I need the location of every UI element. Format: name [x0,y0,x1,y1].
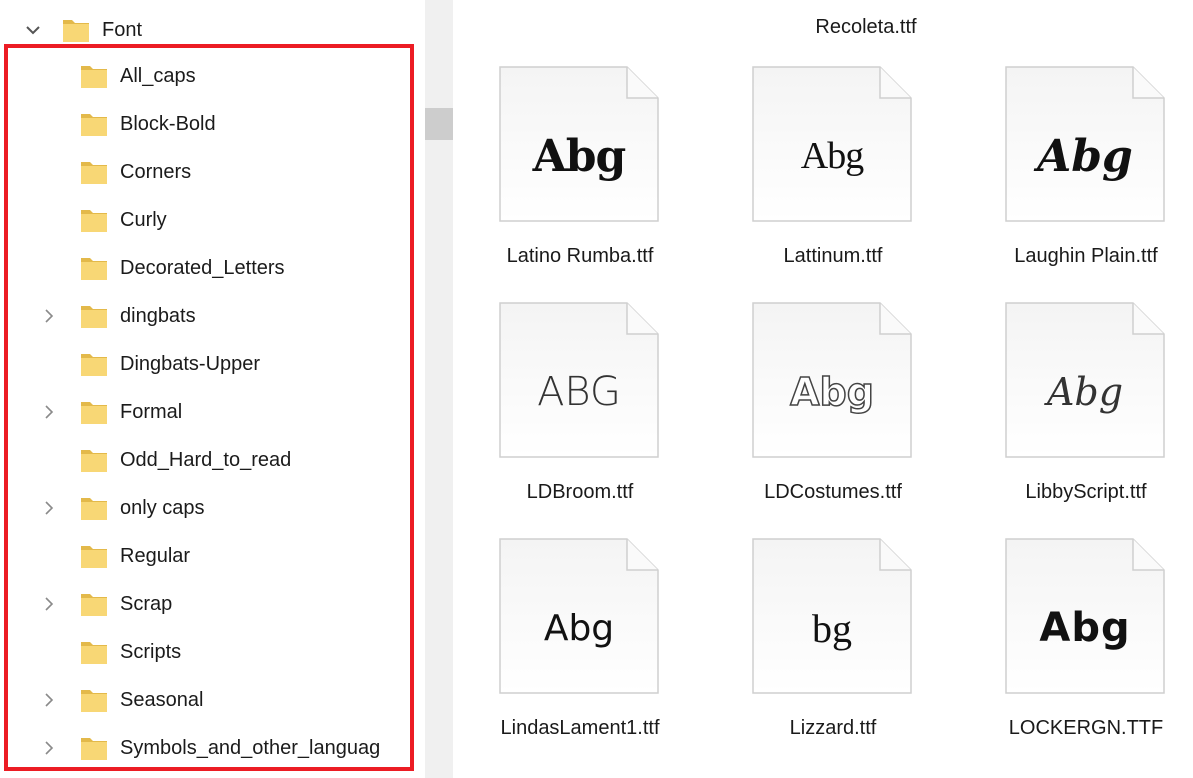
folder-icon [80,63,108,89]
tree-item-label: Formal [120,401,183,423]
file-name: LOCKERGN.TTF [1008,717,1164,739]
tree-item-label: Block-Bold [120,113,216,135]
file-item[interactable]: Abg Lattinum.ttf [706,66,936,306]
file-name: Laughin Plain.ttf [1014,245,1158,267]
file-name: Latino Rumba.ttf [506,245,654,267]
tree-item-label: Scrap [120,593,173,615]
folder-icon [80,303,108,329]
folder-icon [80,255,108,281]
font-preview: Abg [532,130,627,182]
font-file-icon: ABG [499,302,659,458]
file-item[interactable]: Abg LOCKERGN.TTF [959,538,1189,778]
tree-item-label: Scripts [120,641,182,663]
folder-icon [80,735,108,761]
tree-item-dingbats-upper[interactable]: Dingbats-Upper [0,342,425,386]
folder-icon [80,543,108,569]
chevron-down-icon[interactable] [22,8,44,52]
tree-item-label: Regular [120,545,191,567]
file-item[interactable]: ABG LDBroom.ttf [453,302,683,542]
tree-item-odd-hard-to-read[interactable]: Odd_Hard_to_read [0,438,425,482]
tree-item-all-caps[interactable]: All_caps [0,54,425,98]
file-name: LDBroom.ttf [526,481,634,503]
tree-item-symbols-and-other-languag[interactable]: Symbols_and_other_languag [0,726,425,770]
font-preview: ABG [537,369,621,415]
tree-item-label: Symbols_and_other_languag [120,737,381,759]
font-file-icon: Abg [499,538,659,694]
file-name: LibbyScript.ttf [1025,481,1147,503]
folder-icon [80,207,108,233]
folder-icon [80,399,108,425]
font-file-icon: Abg [1005,302,1165,458]
tree-item-corners[interactable]: Corners [0,150,425,194]
chevron-right-icon[interactable] [38,486,60,530]
file-item[interactable]: bg Lizzard.ttf [706,538,936,778]
folder-icon [62,17,90,43]
folder-icon [80,111,108,137]
font-preview: Abg [1037,130,1133,182]
tree-item-curly[interactable]: Curly [0,198,425,242]
scrollbar-thumb[interactable] [425,108,453,140]
font-file-icon: bg [752,538,912,694]
tree-item-label: All_caps [120,65,196,87]
tree-item-scripts[interactable]: Scripts [0,630,425,674]
tree-item-label: Odd_Hard_to_read [120,449,292,471]
file-item[interactable]: Abg Latino Rumba.ttf [453,66,683,306]
file-name-partial: Recoleta.ttf [815,16,917,38]
font-preview: Abg [1039,605,1131,651]
tree-item-label: Corners [120,161,192,183]
tree-item-font[interactable]: Font [0,8,425,52]
tree-item-label: Curly [120,209,167,231]
font-preview: Abg [1046,370,1124,414]
tree-item-only-caps[interactable]: only caps [0,486,425,530]
folder-icon [80,447,108,473]
tree-item-label: dingbats [120,305,196,327]
tree-item-decorated-letters[interactable]: Decorated_Letters [0,246,425,290]
tree-item-label: Dingbats-Upper [120,353,261,375]
font-file-icon: Abg [752,302,912,458]
file-item[interactable]: Abg LibbyScript.ttf [959,302,1189,542]
tree-item-dingbats[interactable]: dingbats [0,294,425,338]
chevron-right-icon[interactable] [38,294,60,338]
file-name: Lattinum.ttf [783,245,883,267]
chevron-right-icon[interactable] [38,582,60,626]
font-file-icon: Abg [752,66,912,222]
folder-icon [80,351,108,377]
font-preview: Abg [800,135,864,177]
tree-item-regular[interactable]: Regular [0,534,425,578]
file-item[interactable]: Abg LDCostumes.ttf [706,302,936,542]
folder-icon [80,639,108,665]
font-preview: bg [812,605,852,651]
tree-item-scrap[interactable]: Scrap [0,582,425,626]
tree-item-label: only caps [120,497,205,519]
font-preview: Abg [789,369,874,415]
folder-icon [80,591,108,617]
tree-item-label: Seasonal [120,689,204,711]
file-name: LindasLament1.ttf [500,717,660,739]
font-file-icon: Abg [499,66,659,222]
folder-icon [80,687,108,713]
chevron-right-icon[interactable] [38,726,60,770]
chevron-right-icon[interactable] [38,678,60,722]
font-preview: Abg [543,607,615,649]
tree-item-label: Font [102,19,143,41]
tree-item-block-bold[interactable]: Block-Bold [0,102,425,146]
file-item[interactable]: Abg LindasLament1.ttf [453,538,683,778]
tree-item-formal[interactable]: Formal [0,390,425,434]
chevron-right-icon[interactable] [38,390,60,434]
tree-item-seasonal[interactable]: Seasonal [0,678,425,722]
navigation-pane: Font All_caps Block-Bold Corners Curly Decor… [0,0,425,778]
file-item[interactable]: Abg Laughin Plain.ttf [959,66,1189,306]
tree-item-label: Decorated_Letters [120,257,285,279]
folder-icon [80,159,108,185]
file-grid: Recoleta.ttf Abg Latino Rumba.ttf Abg Latti… [453,0,1193,778]
file-name: LDCostumes.ttf [764,481,902,503]
file-name: Lizzard.ttf [789,717,877,739]
font-file-icon: Abg [1005,538,1165,694]
folder-icon [80,495,108,521]
font-file-icon: Abg [1005,66,1165,222]
